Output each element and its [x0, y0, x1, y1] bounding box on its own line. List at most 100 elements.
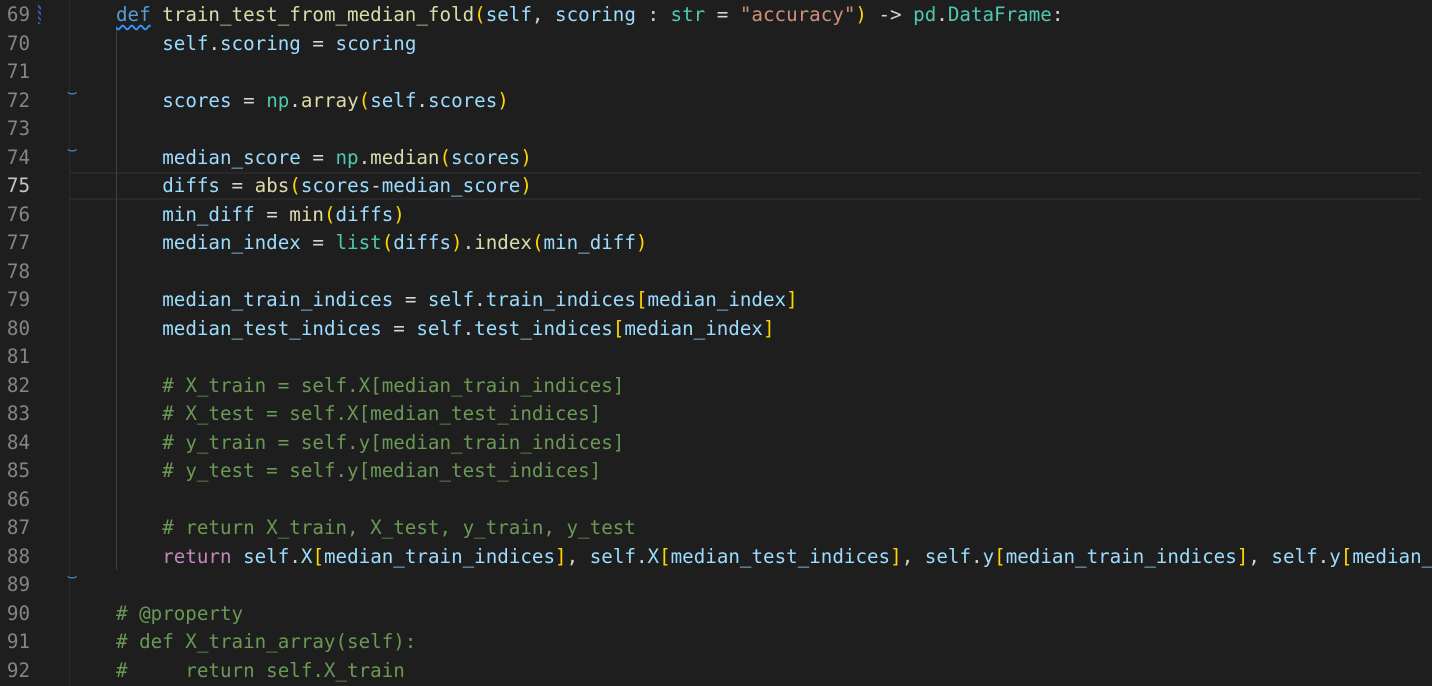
code-token: ,	[901, 544, 925, 568]
code-token: test_indices	[474, 316, 613, 340]
code-line[interactable]: 88 return self.X[median_train_indices], …	[0, 543, 1432, 572]
code-line[interactable]: 77 median_index = list(diffs).index(min_…	[0, 229, 1432, 258]
code-token: median_train_indices	[162, 288, 394, 311]
code-line[interactable]: 89	[0, 571, 1432, 600]
code-editor[interactable]: ‿ ‿ ‿ 69 def train_test_from_median_fold(…	[0, 0, 1432, 686]
line-number: 88	[6, 544, 30, 568]
code-line[interactable]: 76 min_diff = min(diffs)	[0, 201, 1432, 230]
code-line[interactable]: 69 def train_test_from_median_fold(self, …	[0, 1, 1432, 30]
line-number: 85	[6, 459, 30, 482]
code-token: [	[659, 544, 671, 568]
line-number: 77	[6, 231, 30, 254]
code-token: # def X_train_array(self):	[116, 630, 417, 653]
code-token: (	[381, 231, 394, 254]
code-token: self	[485, 3, 532, 26]
code-line[interactable]: 90 # @property	[0, 600, 1432, 629]
code-token: ]	[1236, 544, 1249, 568]
line-number: 84	[6, 430, 30, 454]
code-token: median_score	[162, 145, 301, 169]
code-token: min	[289, 202, 324, 226]
code-token: =	[705, 3, 740, 26]
code-token: (	[358, 88, 371, 112]
code-token: median	[370, 145, 440, 169]
code-line[interactable]: 72 scores = np.array(self.scores)	[0, 87, 1432, 116]
code-line[interactable]: 78	[0, 258, 1432, 287]
code-token: X	[647, 544, 660, 568]
code-token: scores	[451, 145, 521, 169]
code-token: .	[474, 288, 486, 311]
code-line[interactable]: 73	[0, 115, 1432, 144]
line-number: 86	[6, 487, 30, 511]
code-token: return	[162, 544, 232, 568]
code-token: scores	[300, 174, 371, 197]
code-token: .	[416, 88, 428, 112]
code-token: ]	[786, 288, 798, 311]
code-text: # return self.X_train	[116, 657, 405, 686]
code-line[interactable]: 71	[0, 58, 1432, 87]
code-token: ,	[531, 3, 556, 26]
code-token: min_diff	[543, 231, 636, 254]
code-token: .	[1317, 544, 1330, 568]
code-text: median_test_indices = self.test_indices[…	[116, 315, 774, 344]
code-line[interactable]: 85 # y_test = self.y[median_test_indices…	[0, 457, 1432, 486]
code-line[interactable]: 87 # return X_train, X_test, y_train, y_…	[0, 514, 1432, 543]
code-token: DataFrame	[947, 3, 1052, 26]
code-token: median_index	[162, 231, 301, 254]
code-line[interactable]: 86	[0, 486, 1432, 515]
code-token: array	[300, 88, 359, 112]
code-token: median_test_indices	[670, 544, 891, 568]
code-line[interactable]: 75 diffs = abs(scores-median_score)	[0, 172, 1432, 201]
line-number: 76	[6, 202, 30, 226]
code-token: (	[531, 231, 544, 254]
code-token: =	[300, 231, 336, 254]
code-line[interactable]: 70 self.scoring = scoring	[0, 30, 1432, 59]
code-token: abs	[254, 174, 290, 197]
code-line[interactable]: 82 # X_train = self.X[median_train_indic…	[0, 372, 1432, 401]
code-text: # return X_train, X_test, y_train, y_tes…	[116, 514, 636, 543]
code-text: diffs = abs(scores-median_score)	[116, 172, 532, 201]
code-line[interactable]: 91 # def X_train_array(self):	[0, 628, 1432, 657]
code-token: [	[994, 544, 1006, 568]
code-token: .	[208, 31, 220, 55]
line-number: 78	[6, 259, 30, 283]
code-token: )	[635, 231, 648, 254]
code-line[interactable]: 81	[0, 343, 1432, 372]
code-token: # @property	[116, 601, 244, 625]
line-number: 87	[6, 516, 30, 539]
line-number: 73	[6, 117, 30, 140]
line-number: 69	[6, 3, 30, 26]
line-number: 74	[6, 145, 30, 169]
code-token: list	[335, 231, 382, 254]
line-number: 70	[6, 31, 30, 55]
code-token: .	[635, 544, 648, 568]
code-token: scores	[162, 88, 232, 112]
code-token: "accuracy"	[739, 3, 856, 26]
code-token: min_diff	[162, 202, 255, 226]
code-token: .	[462, 231, 475, 254]
line-number: 89	[6, 573, 30, 596]
code-token: y	[1329, 544, 1341, 568]
code-line[interactable]: 74 median_score = np.median(scores)	[0, 144, 1432, 173]
code-line[interactable]: 79 median_train_indices = self.train_ind…	[0, 286, 1432, 315]
code-token: =	[381, 316, 417, 340]
code-token: self	[924, 544, 972, 568]
code-text: # X_test = self.X[median_test_indices]	[116, 400, 601, 429]
code-text: # y_test = self.y[median_test_indices]	[116, 457, 601, 486]
code-line[interactable]: 80 median_test_indices = self.test_indic…	[0, 315, 1432, 344]
code-token: .	[358, 145, 371, 169]
code-token: .	[971, 544, 983, 568]
code-line[interactable]: 84 # y_train = self.y[median_train_indic…	[0, 429, 1432, 458]
code-line[interactable]: 83 # X_test = self.X[median_test_indices…	[0, 400, 1432, 429]
code-token: .	[462, 316, 475, 340]
code-token: ,	[566, 544, 590, 568]
code-line[interactable]: 92 # return self.X_train	[0, 657, 1432, 686]
code-token: ]	[555, 544, 567, 568]
code-token: [	[312, 544, 324, 568]
